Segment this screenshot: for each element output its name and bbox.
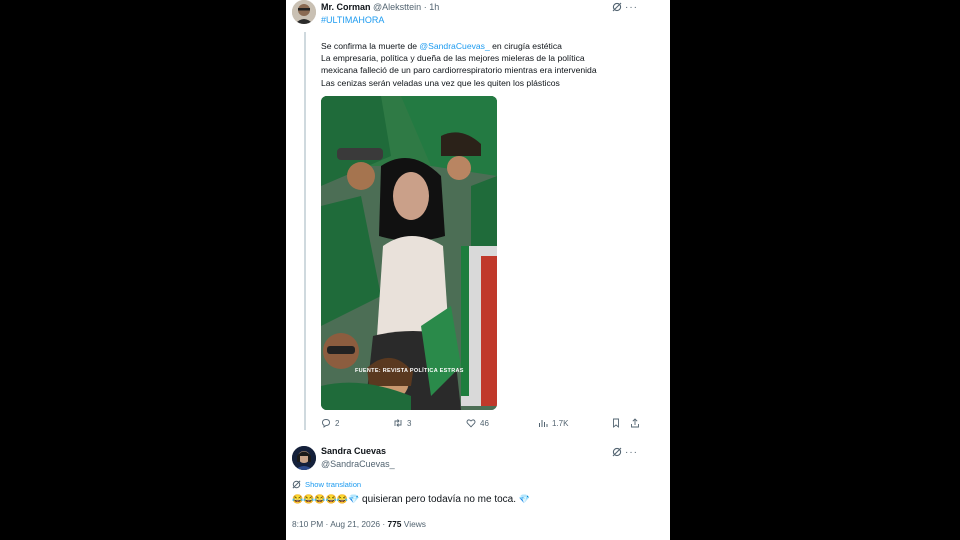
- reply-more-options-icon[interactable]: ···: [625, 447, 638, 458]
- tweet-line1-prefix: Se confirma la muerte de: [321, 41, 418, 51]
- reply-views-label: Views: [403, 519, 426, 529]
- tweet-actions: 2 3 46 1.7K: [321, 418, 641, 432]
- bookmark-button[interactable]: [611, 418, 621, 428]
- thread-line: [304, 32, 306, 430]
- stadium-crowd-image: [321, 96, 497, 410]
- reply-trailing-emoji: 💎: [518, 494, 531, 504]
- reply-author-name[interactable]: Sandra Cuevas: [321, 446, 386, 456]
- reply-emojis: 😂😂😂😂😂💎: [292, 494, 360, 504]
- photo-watermark: FUENTE: REVISTA POLÍTICA ESTRAS: [355, 368, 464, 374]
- reply-icon: [322, 419, 330, 428]
- tweet-panel: Mr. Corman @Aleksttein · 1h ··· #ULTIMAH…: [286, 0, 670, 540]
- like-count: 46: [480, 418, 489, 428]
- reply-button[interactable]: 2: [321, 418, 339, 428]
- reply-text: 😂😂😂😂😂💎 quisieran pero todavía no me toca…: [292, 494, 530, 505]
- like-button[interactable]: 46: [466, 418, 489, 428]
- share-button[interactable]: [630, 418, 640, 428]
- tweet-text: Se confirma la muerte de @SandraCuevas_ …: [321, 40, 661, 89]
- reply-time[interactable]: 8:10 PM: [292, 519, 323, 529]
- author-name[interactable]: Mr. Corman: [321, 2, 371, 12]
- reply-author-handle[interactable]: @SandraCuevas_: [321, 459, 395, 469]
- dot-separator: ·: [423, 2, 427, 12]
- reply-meta: 8:10 PM · Aug 21, 2026 · 775 Views: [292, 519, 426, 529]
- reply-date[interactable]: Aug 21, 2026: [330, 519, 380, 529]
- views-count: 1.7K: [552, 418, 569, 428]
- reply-count: 2: [335, 418, 340, 428]
- views-button[interactable]: 1.7K: [538, 418, 568, 428]
- grok-icon: [292, 480, 301, 489]
- reply-header: Sandra Cuevas: [321, 446, 386, 456]
- author-avatar[interactable]: [292, 0, 316, 24]
- tweet-photo[interactable]: FUENTE: REVISTA POLÍTICA ESTRAS: [321, 96, 497, 410]
- tweet-header: Mr. Corman @Aleksttein · 1h: [321, 2, 439, 12]
- bookmark-icon: [613, 418, 619, 428]
- share-icon: [631, 418, 639, 428]
- tweet-line3: mexicana falleció de un paro cardiorresp…: [321, 65, 597, 76]
- tweet-line1-suffix: en cirugía estética: [492, 41, 562, 51]
- retweet-button[interactable]: 3: [393, 418, 411, 428]
- reply-views-count: 775: [387, 519, 402, 529]
- heart-icon: [466, 419, 476, 428]
- tweet-line4: Las cenizas serán veladas una vez que le…: [321, 77, 560, 88]
- mention-link[interactable]: @SandraCuevas_: [419, 41, 489, 51]
- show-translation-link[interactable]: Show translation: [292, 480, 361, 489]
- author-handle[interactable]: @Aleksttein: [373, 2, 421, 12]
- reply-message: quisieran pero todavía no me toca.: [362, 494, 517, 505]
- reply-author-avatar[interactable]: [292, 446, 316, 470]
- tweet-time[interactable]: 1h: [429, 2, 439, 12]
- hashtag-link[interactable]: #ULTIMAHORA: [321, 15, 384, 25]
- grok-icon[interactable]: [612, 2, 622, 12]
- tweet-line2: La empresaria, política y dueña de las m…: [321, 53, 585, 64]
- retweet-count: 3: [407, 418, 412, 428]
- show-translation-label: Show translation: [305, 480, 362, 489]
- grok-icon[interactable]: [612, 447, 622, 457]
- retweet-icon: [394, 419, 402, 427]
- analytics-icon: [539, 420, 548, 427]
- more-options-icon[interactable]: ···: [625, 2, 638, 13]
